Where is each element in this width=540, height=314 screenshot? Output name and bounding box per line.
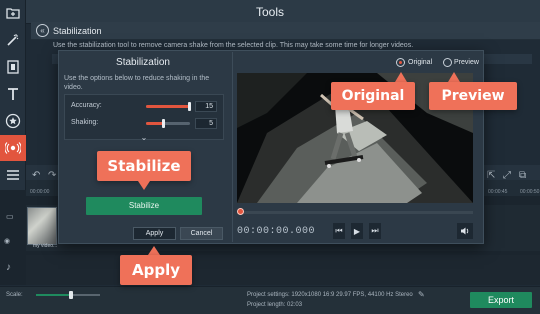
accuracy-slider-fill: [146, 105, 190, 108]
callout-stabilize-pointer: [138, 181, 150, 190]
back-button[interactable]: «: [36, 24, 49, 37]
back-arrow-icon: «: [40, 26, 45, 35]
accuracy-slider-thumb[interactable]: [188, 102, 191, 111]
tool-filters[interactable]: [0, 27, 26, 53]
pencil-icon[interactable]: ✎: [418, 290, 425, 299]
callout-original-pointer: [395, 72, 407, 82]
tool-more[interactable]: [0, 162, 26, 188]
tool-import[interactable]: [0, 0, 26, 26]
radio-original[interactable]: [396, 58, 405, 67]
list-icon: [7, 170, 19, 180]
shaking-label: Shaking:: [71, 119, 99, 126]
next-frame-button[interactable]: ⏭: [369, 223, 381, 239]
timecode: 00:00:00.000: [237, 226, 316, 237]
callout-preview-pointer: [448, 72, 460, 82]
seek-knob[interactable]: [237, 208, 244, 215]
scale-slider-thumb[interactable]: [69, 291, 73, 299]
tool-stickers[interactable]: [0, 108, 26, 134]
play-icon: ▶: [353, 226, 361, 236]
project-settings: Project settings: 1920x1080 16:9 29.97 F…: [247, 292, 413, 298]
video-clip[interactable]: [27, 207, 57, 245]
footer-bar: [0, 286, 540, 314]
magic-wand-icon: [7, 34, 19, 46]
scale-slider-fill: [36, 294, 71, 296]
star-badge-icon: [5, 113, 21, 129]
tools-sidebar: [0, 0, 26, 190]
text-icon: [8, 88, 18, 100]
callout-original: Original: [331, 82, 415, 110]
dialog-hint: Use the options below to reduce shaking …: [64, 75, 210, 91]
visibility-icon[interactable]: ◉: [4, 237, 10, 245]
stabilization-icon: [5, 142, 21, 154]
cancel-button[interactable]: Cancel: [180, 227, 223, 240]
skip-forward-icon: ⏭: [371, 226, 379, 235]
shaking-value[interactable]: 5: [195, 118, 217, 129]
callout-apply-pointer: [148, 246, 160, 255]
film-strip-icon: [7, 60, 19, 74]
shaking-slider-thumb[interactable]: [162, 119, 165, 128]
skip-back-icon: ⏮: [335, 226, 343, 235]
accuracy-value[interactable]: 15: [195, 101, 217, 112]
callout-apply: Apply: [120, 255, 192, 285]
play-button[interactable]: ▶: [351, 223, 363, 239]
radio-preview-label[interactable]: Preview: [454, 58, 479, 67]
app-title: Tools: [255, 5, 284, 19]
music-note-icon: ♪: [6, 262, 11, 273]
dialog-title: Stabilization: [116, 57, 170, 68]
audio-track[interactable]: [26, 255, 540, 285]
radio-preview[interactable]: [443, 58, 452, 67]
apply-button[interactable]: Apply: [133, 227, 176, 240]
panel-title: Stabilization: [53, 26, 102, 36]
stabilize-button[interactable]: Stabilize: [86, 197, 202, 215]
scale-label: Scale:: [6, 292, 23, 298]
tool-titles[interactable]: [0, 81, 26, 107]
ruler-label: 00:00:50: [520, 189, 540, 195]
seek-bar[interactable]: [240, 211, 473, 214]
callout-stabilize: Stabilize: [97, 151, 191, 181]
chevron-down-icon[interactable]: ⌄: [64, 133, 224, 142]
clip-label: my video...: [33, 243, 58, 249]
callout-preview: Preview: [429, 82, 517, 110]
ruler-label: 00:00:45: [488, 189, 508, 195]
export-button[interactable]: Export: [470, 292, 532, 308]
speaker-icon: [461, 227, 469, 235]
tool-transitions[interactable]: [0, 54, 26, 80]
radio-original-label[interactable]: Original: [408, 58, 432, 67]
ruler-label: 00:00:00: [30, 189, 50, 195]
previous-frame-button[interactable]: ⏮: [333, 223, 345, 239]
folder-icon: [6, 8, 20, 19]
dialog-divider: [232, 52, 233, 242]
panel-description: Use the stabilization tool to remove cam…: [53, 42, 414, 49]
project-length: Project length: 02:03: [247, 302, 303, 308]
stabilization-panel-header: [31, 22, 540, 40]
tool-stabilization[interactable]: [0, 135, 26, 161]
volume-button[interactable]: [457, 223, 473, 239]
accuracy-label: Accuracy:: [71, 102, 102, 109]
video-track-icon: ▭: [6, 212, 14, 221]
